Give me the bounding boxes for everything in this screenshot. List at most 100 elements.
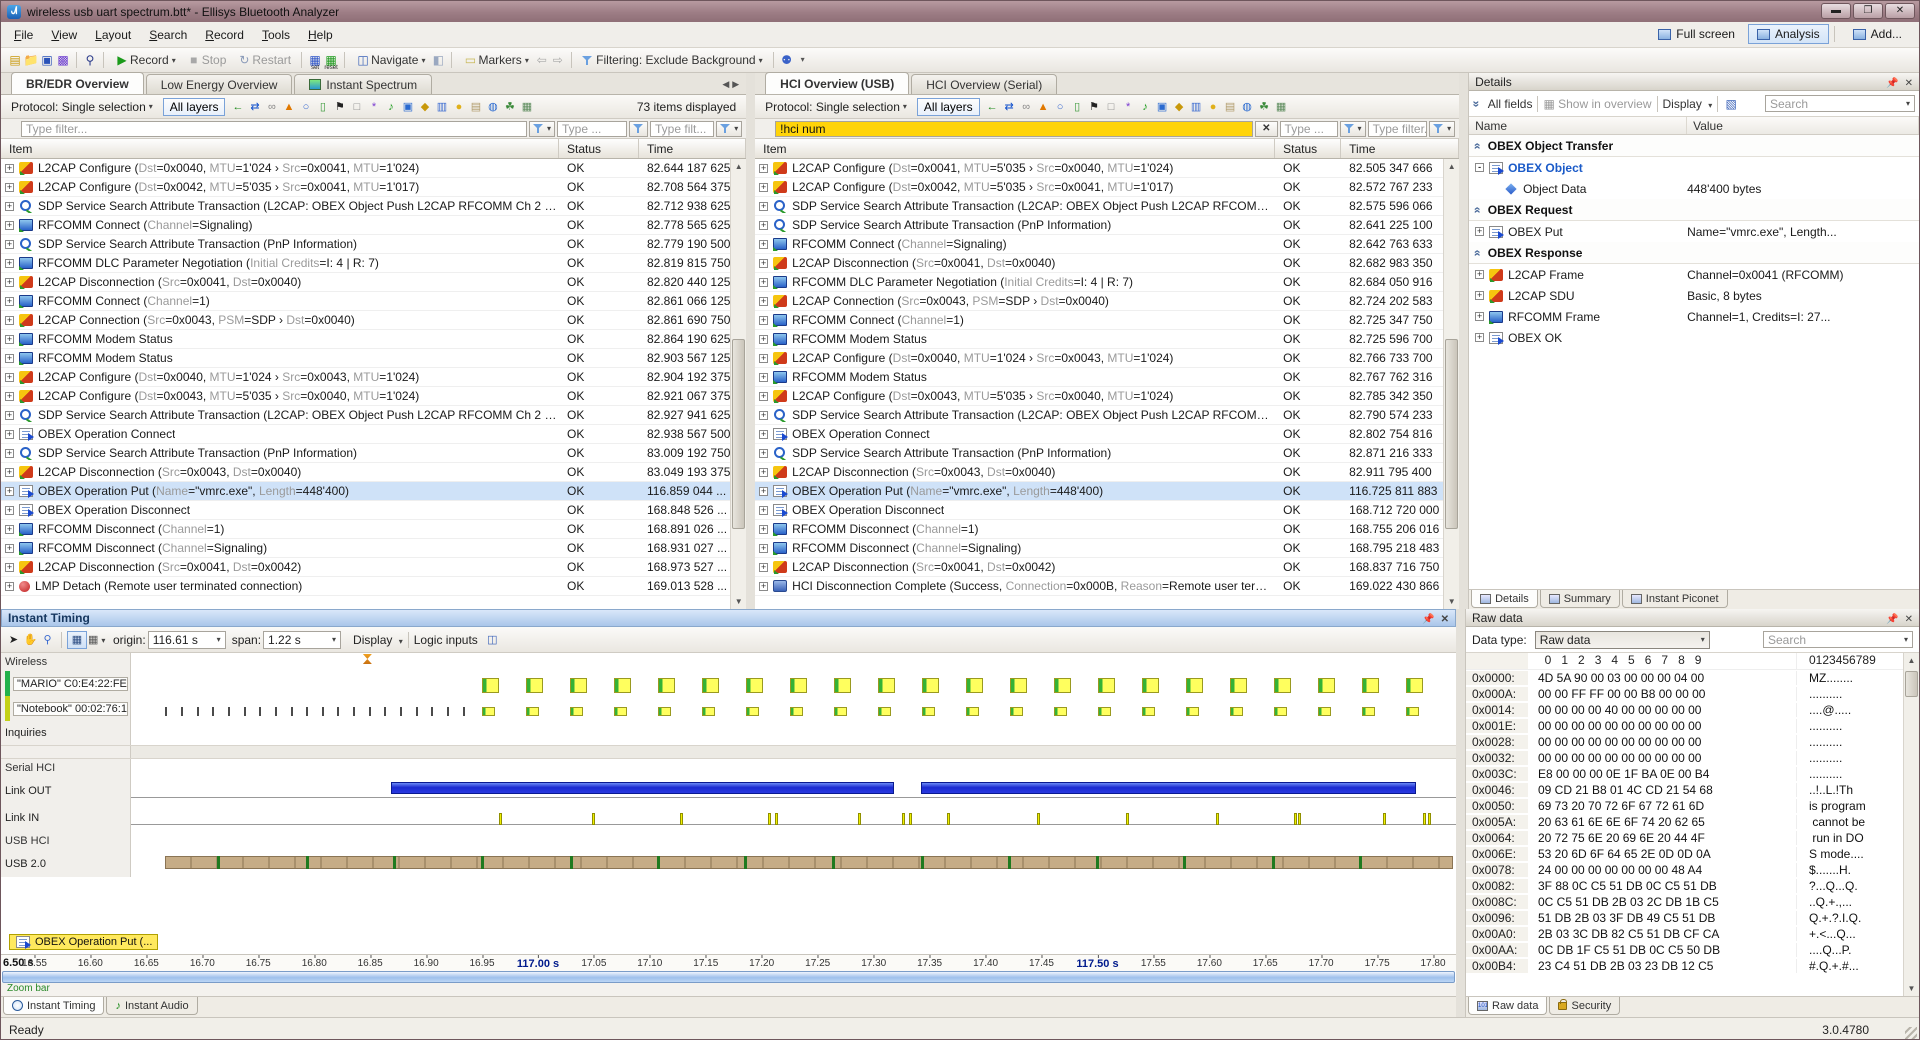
- table-row[interactable]: +L2CAP Configure (Dst=0x0040, MTU=1'024 …: [755, 349, 1459, 368]
- column-time[interactable]: Time: [639, 139, 746, 158]
- hex-ascii[interactable]: cannot be: [1796, 815, 1865, 829]
- piconet-icon[interactable]: ☘: [501, 99, 518, 115]
- back-icon[interactable]: ←: [984, 99, 1001, 115]
- all-layers-button[interactable]: All layers: [917, 98, 980, 116]
- expand-icon[interactable]: +: [5, 449, 14, 458]
- raw-search-input[interactable]: Search▾: [1763, 631, 1913, 648]
- table-row[interactable]: +SDP Service Search Attribute Transactio…: [755, 197, 1459, 216]
- item-filter-funnel[interactable]: ▾: [529, 121, 555, 137]
- table-row[interactable]: +L2CAP Disconnection (Src=0x0043, Dst=0x…: [1, 463, 746, 482]
- hex-ascii[interactable]: S mode....: [1796, 847, 1864, 861]
- table-row[interactable]: +L2CAP Disconnection (Src=0x0041, Dst=0x…: [1, 558, 746, 577]
- mouse-icon[interactable]: □: [348, 99, 365, 115]
- search-icon[interactable]: ○: [1052, 99, 1069, 115]
- record-button[interactable]: ▶Record▾: [109, 51, 181, 69]
- display-button[interactable]: Display ▾: [353, 633, 403, 647]
- origin-select[interactable]: 116.61 s▾: [148, 631, 226, 649]
- details-caption[interactable]: Details 📌✕: [1469, 73, 1919, 91]
- status-filter-input[interactable]: Type ...: [557, 121, 627, 137]
- timing-caption[interactable]: Instant Timing 📌✕: [1, 609, 1456, 627]
- expand-icon[interactable]: +: [5, 525, 14, 534]
- table-row[interactable]: +SDP Service Search Attribute Transactio…: [755, 216, 1459, 235]
- copy-details-icon[interactable]: ▧: [1723, 97, 1739, 111]
- waveform-lane[interactable]: [131, 759, 1456, 777]
- stop-button[interactable]: ■Stop: [181, 51, 232, 69]
- expand-icon[interactable]: +: [759, 373, 768, 382]
- grid-toggle-button[interactable]: ▦: [67, 631, 87, 649]
- search-icon[interactable]: ○: [297, 99, 314, 115]
- tab-instant-audio[interactable]: ♪Instant Audio: [106, 997, 197, 1015]
- hex-ascii[interactable]: ..........: [1796, 751, 1842, 765]
- table-row[interactable]: +L2CAP Connection (Src=0x0043, PSM=SDP ›…: [1, 311, 746, 330]
- expand-icon[interactable]: +: [759, 221, 768, 230]
- hex-ascii[interactable]: ....@.....: [1796, 703, 1851, 717]
- device-icon[interactable]: ▯: [1069, 99, 1086, 115]
- table-row[interactable]: +OBEX Operation Put (Name="vmrc.exe", Le…: [755, 482, 1459, 501]
- hex-ascii[interactable]: ..Q.+.,...: [1796, 895, 1852, 909]
- span-select[interactable]: 1.22 s▾: [263, 631, 341, 649]
- expand-icon[interactable]: +: [1475, 333, 1484, 342]
- video-icon[interactable]: ▣: [399, 99, 416, 115]
- clear-filter-button[interactable]: ✕: [1255, 121, 1277, 137]
- export-icon[interactable]: ▩: [55, 53, 71, 67]
- table-row[interactable]: +RFCOMM DLC Parameter Negotiation (Initi…: [1, 254, 746, 273]
- copy-icon[interactable]: ▥: [1188, 99, 1205, 115]
- expand-icon[interactable]: +: [759, 392, 768, 401]
- all-layers-button[interactable]: All layers: [163, 98, 226, 116]
- table-row[interactable]: +RFCOMM DLC Parameter Negotiation (Initi…: [755, 273, 1459, 292]
- waveform-lane[interactable]: [131, 671, 1456, 696]
- expand-icon[interactable]: +: [5, 430, 14, 439]
- table-row[interactable]: +SDP Service Search Attribute Transactio…: [755, 406, 1459, 425]
- tab-instant-spectrum[interactable]: Instant Spectrum: [294, 74, 432, 94]
- zoom-bar[interactable]: [2, 971, 1455, 983]
- menu-view[interactable]: View: [42, 25, 86, 45]
- token-icon[interactable]: ●: [1205, 99, 1222, 115]
- expand-icon[interactable]: +: [5, 164, 14, 173]
- expand-icon[interactable]: +: [759, 487, 768, 496]
- hex-view[interactable]: 0 1 2 3 4 5 6 7 8 90123456789 0x0000: 4D…: [1466, 653, 1919, 996]
- all-fields-button[interactable]: All fields: [1488, 97, 1533, 111]
- table-row[interactable]: +L2CAP Configure (Dst=0x0041, MTU=5'035 …: [755, 159, 1459, 178]
- toolbar-overflow-icon[interactable]: ▾─: [795, 53, 811, 67]
- link-icon[interactable]: ∞: [263, 99, 280, 115]
- timing-row-label[interactable]: Link IN: [1, 804, 131, 831]
- timing-row-label[interactable]: Wireless: [1, 653, 131, 671]
- pin-icon[interactable]: 📌: [1422, 614, 1434, 625]
- hex-ascii[interactable]: ..!..L.!Th: [1796, 783, 1853, 797]
- expand-icon[interactable]: +: [5, 183, 14, 192]
- analysis-button[interactable]: Analysis: [1748, 24, 1829, 44]
- back-icon[interactable]: ←: [229, 99, 246, 115]
- raw-data-caption[interactable]: Raw data 📌✕: [1466, 609, 1919, 627]
- table-row[interactable]: +L2CAP Disconnection (Src=0x0041, Dst=0x…: [755, 558, 1459, 577]
- hex-ascii[interactable]: +.<...Q...: [1796, 927, 1856, 941]
- throughput-icon[interactable]: ▦: [518, 99, 535, 115]
- hex-bytes[interactable]: 09 CD 21 B8 01 4C CD 21 54 68: [1528, 783, 1796, 797]
- detail-row[interactable]: + OBEX OK: [1469, 327, 1919, 348]
- display-button[interactable]: Display ▾: [1663, 97, 1713, 111]
- table-row[interactable]: +RFCOMM Connect (Channel=Signaling) OK 8…: [755, 235, 1459, 254]
- table-row[interactable]: +RFCOMM Connect (Channel=Signaling) OK 8…: [1, 216, 746, 235]
- table-row[interactable]: +RFCOMM Disconnect (Channel=Signaling) O…: [755, 539, 1459, 558]
- detail-row[interactable]: + OBEX Put Name="vmrc.exe", Length...: [1469, 221, 1919, 242]
- hex-bytes[interactable]: 00 00 00 00 00 00 00 00 00 00: [1528, 751, 1796, 765]
- menu-record[interactable]: Record: [196, 25, 253, 45]
- column-value[interactable]: Value: [1687, 117, 1919, 134]
- expand-icon[interactable]: +: [5, 259, 14, 268]
- hex-bytes[interactable]: 00 00 00 00 00 00 00 00 00 00: [1528, 735, 1796, 749]
- report-icon[interactable]: ▤: [1222, 99, 1239, 115]
- table-row[interactable]: +RFCOMM Modem Status OK 82.903 567 125: [1, 349, 746, 368]
- timing-row-label[interactable]: "MARIO" C0:E4:22:FE:1...: [1, 671, 131, 696]
- expand-icon[interactable]: +: [759, 506, 768, 515]
- hex-bytes[interactable]: 0C DB 1F C5 51 DB 0C C5 50 DB: [1528, 943, 1796, 957]
- timing-row-label[interactable]: "Notebook" 00:02:76:1E...: [1, 696, 131, 721]
- menu-tools[interactable]: Tools: [253, 25, 299, 45]
- table-row[interactable]: +L2CAP Configure (Dst=0x0042, MTU=5'035 …: [755, 178, 1459, 197]
- expand-icon[interactable]: +: [759, 297, 768, 306]
- hex-bytes[interactable]: 69 73 20 70 72 6F 67 72 61 6D: [1528, 799, 1796, 813]
- hex-bytes[interactable]: 51 DB 2B 03 3F DB 49 C5 51 DB: [1528, 911, 1796, 925]
- details-section-header[interactable]: »OBEX Request: [1469, 199, 1919, 221]
- baseband-icon[interactable]: ▲: [280, 99, 297, 115]
- expand-icon[interactable]: +: [759, 335, 768, 344]
- hex-ascii[interactable]: Q.+.?.I.Q.: [1796, 911, 1861, 925]
- expand-icon[interactable]: +: [5, 316, 14, 325]
